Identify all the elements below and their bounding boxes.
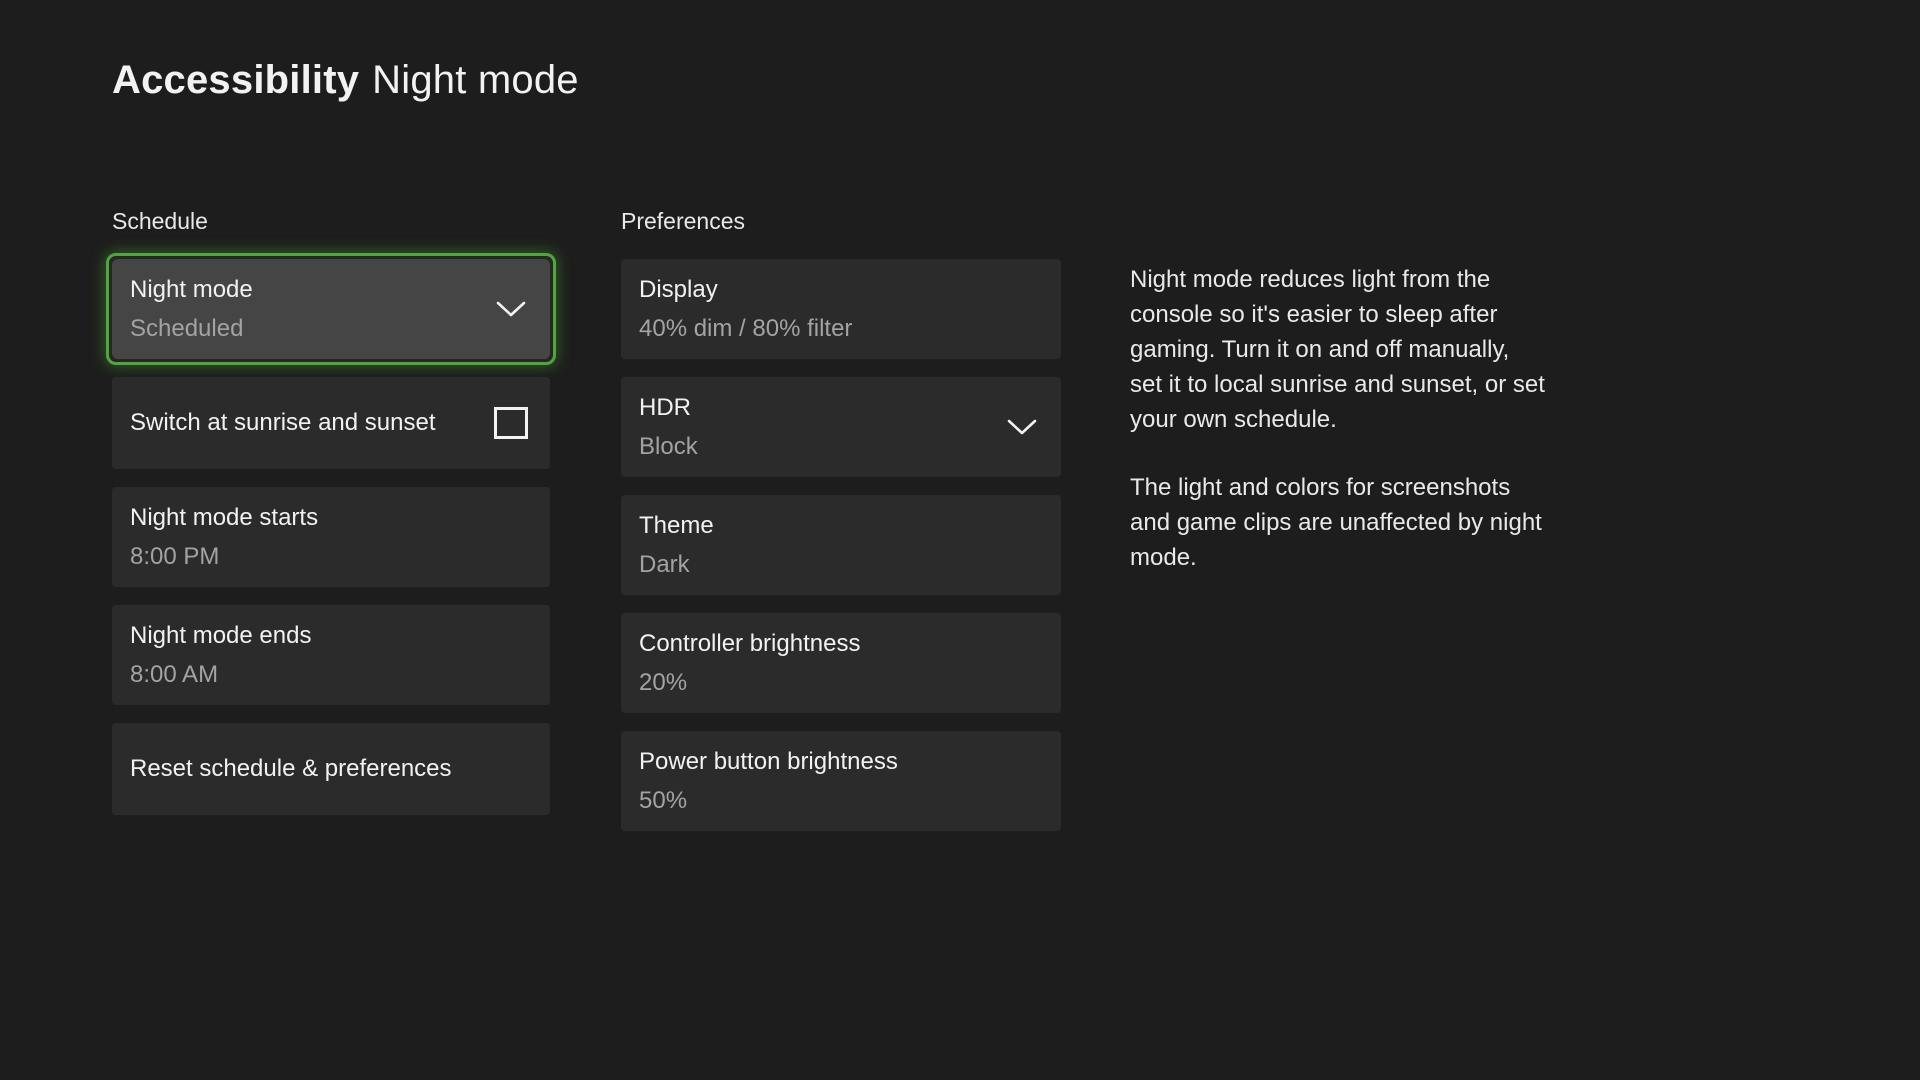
night-mode-starts-label: Night mode starts: [130, 503, 319, 531]
chevron-down-icon: [1007, 419, 1037, 436]
display-value: 40% dim / 80% filter: [639, 314, 853, 342]
hdr-value: Block: [639, 432, 698, 460]
hdr-label: HDR: [639, 393, 691, 421]
night-mode-select-label: Night mode: [130, 275, 253, 303]
power-button-brightness-label: Power button brightness: [639, 747, 898, 775]
controller-brightness-label: Controller brightness: [639, 629, 861, 657]
night-mode-starts-button[interactable]: Night mode starts 8:00 PM: [112, 487, 550, 587]
reset-schedule-button[interactable]: Reset schedule & preferences: [112, 723, 550, 815]
night-mode-starts-value: 8:00 PM: [130, 542, 220, 570]
schedule-section: Schedule Night mode Scheduled Switch at …: [106, 208, 556, 833]
theme-button[interactable]: Theme Dark: [621, 495, 1061, 595]
power-button-brightness-value: 50%: [639, 786, 688, 814]
description-paragraph-1: Night mode reduces light from the consol…: [1130, 266, 1545, 433]
focus-ring: Night mode Scheduled: [106, 253, 556, 365]
preferences-section: Preferences Display 40% dim / 80% filter…: [621, 208, 1061, 849]
page-title-subpage: Night mode: [372, 58, 579, 102]
chevron-down-icon: [496, 301, 526, 318]
power-button-brightness-button[interactable]: Power button brightness 50%: [621, 731, 1061, 831]
display-button[interactable]: Display 40% dim / 80% filter: [621, 259, 1061, 359]
checkbox-unchecked-icon[interactable]: [494, 407, 528, 439]
hdr-select[interactable]: HDR Block: [621, 377, 1061, 477]
night-mode-description: Night mode reduces light from the consol…: [1130, 262, 1548, 575]
controller-brightness-button[interactable]: Controller brightness 20%: [621, 613, 1061, 713]
page-title: Accessibility Night mode: [112, 58, 579, 103]
description-paragraph-2: The light and colors for screenshots and…: [1130, 474, 1542, 571]
reset-schedule-label: Reset schedule & preferences: [130, 755, 452, 782]
section-heading-schedule: Schedule: [112, 208, 208, 234]
sunrise-sunset-toggle[interactable]: Switch at sunrise and sunset: [112, 377, 550, 469]
theme-label: Theme: [639, 511, 714, 539]
night-mode-ends-button[interactable]: Night mode ends 8:00 AM: [112, 605, 550, 705]
page-title-section: Accessibility: [112, 58, 360, 102]
night-mode-ends-value: 8:00 AM: [130, 660, 219, 688]
night-mode-ends-label: Night mode ends: [130, 621, 312, 649]
night-mode-select-value: Scheduled: [130, 314, 244, 342]
theme-value: Dark: [639, 550, 690, 578]
night-mode-select[interactable]: Night mode Scheduled: [112, 259, 550, 359]
display-label: Display: [639, 275, 718, 303]
sunrise-sunset-label: Switch at sunrise and sunset: [130, 409, 436, 436]
section-heading-preferences: Preferences: [621, 208, 746, 234]
controller-brightness-value: 20%: [639, 668, 688, 696]
